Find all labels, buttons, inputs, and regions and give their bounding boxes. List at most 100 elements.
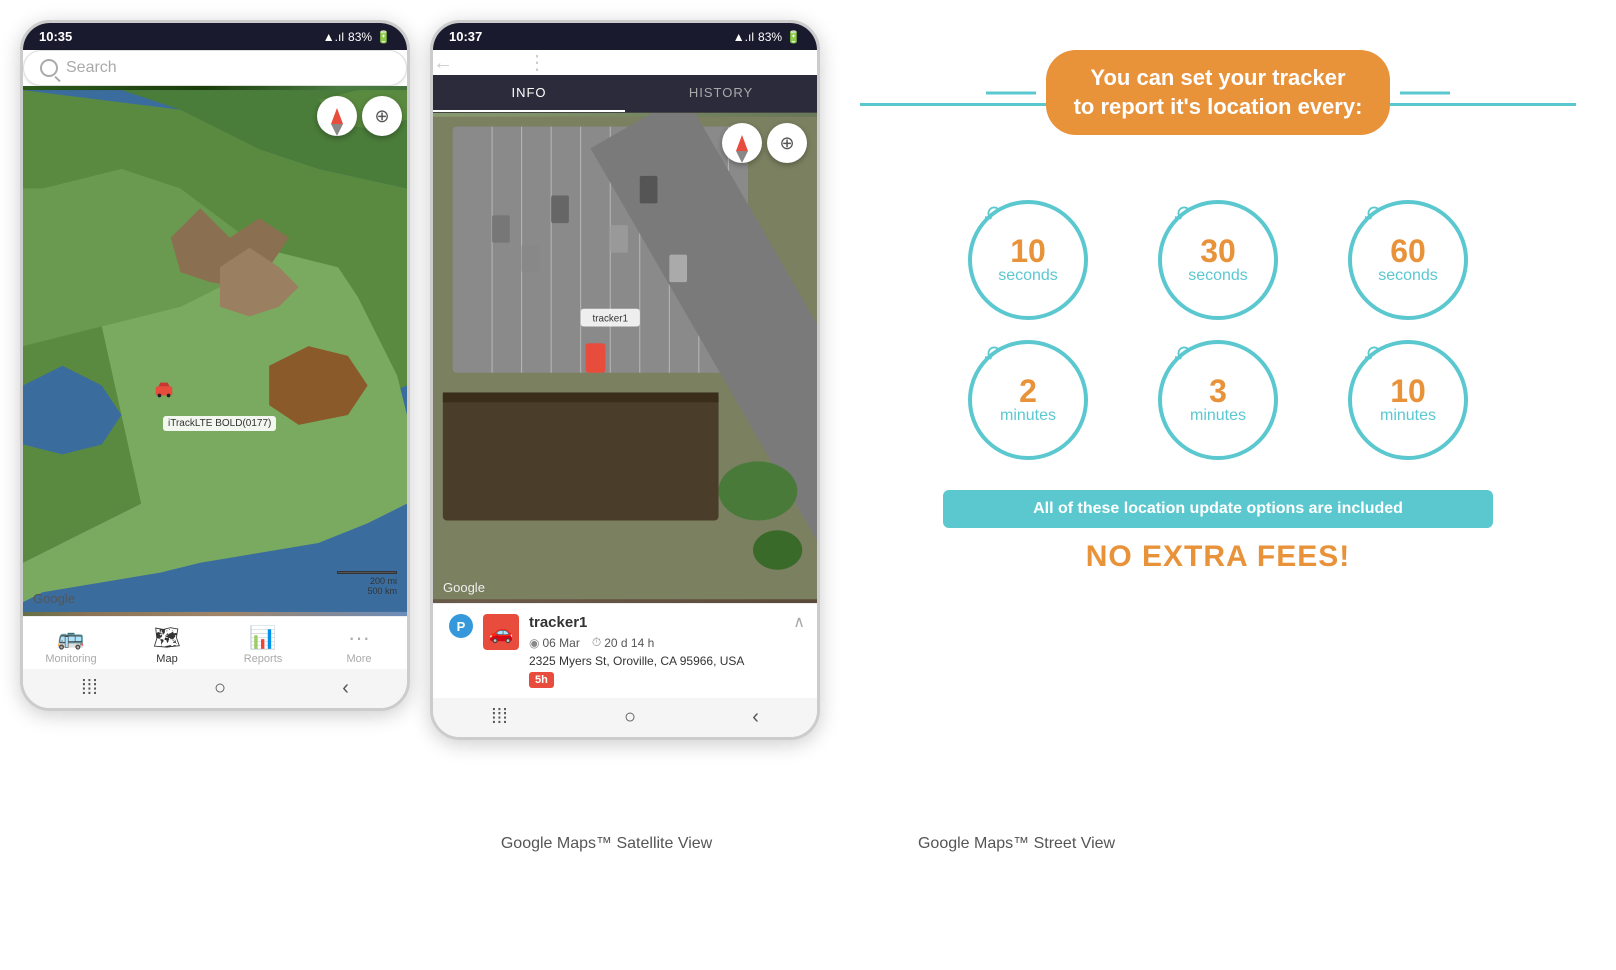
tab-info[interactable]: INFO xyxy=(433,75,625,112)
phone2-mockup: 10:37 ▲.ıl 83% 🔋 ← tracker1 ⋮ INFO HISTO… xyxy=(430,20,820,740)
time-circle-5: ↶ 3 minutes xyxy=(1158,340,1278,460)
phone1-map-area[interactable]: ⊕ iTrackLTE BOLD(0177) Google xyxy=(23,86,407,616)
map-label: Map xyxy=(156,653,177,665)
no-extra-fees-text: NO EXTRA FEES! xyxy=(1086,540,1351,574)
phone2-locate-button[interactable]: ⊕ xyxy=(767,123,807,163)
svg-text:tracker1: tracker1 xyxy=(592,314,628,325)
info-title-line2: to report it's location every: xyxy=(1074,93,1363,122)
parking-badge: P xyxy=(449,614,473,638)
circles-grid: ↶ 10 seconds ↶ 30 seconds ↶ 60 seconds xyxy=(943,200,1493,460)
info-title-banner: You can set your tracker to report it's … xyxy=(1046,50,1391,135)
fee-banner-text: All of these location update options are… xyxy=(1033,500,1403,517)
phone1-status-bar: 10:35 ▲.ıl 83% 🔋 xyxy=(23,23,407,50)
gesture-back-icon2[interactable]: ‹ xyxy=(752,706,759,729)
aerial-map-svg: tracker1 xyxy=(433,113,817,603)
time-number-5: 3 xyxy=(1209,375,1227,407)
phone1-locate-button[interactable]: ⊕ xyxy=(362,96,402,136)
back-arrow-button[interactable]: ← xyxy=(433,52,453,74)
info-title-line1: You can set your tracker xyxy=(1074,64,1363,93)
battery-icon2: 🔋 xyxy=(786,30,801,44)
circle-30sec: ↶ 30 seconds xyxy=(1133,200,1303,320)
circle-10min: ↶ 10 minutes xyxy=(1323,340,1493,460)
phone2-compass-button[interactable] xyxy=(722,123,762,163)
monitoring-label: Monitoring xyxy=(45,653,96,665)
phone1-search-bar[interactable]: Search xyxy=(23,50,407,86)
time-number-4: 2 xyxy=(1019,375,1037,407)
arrow-icon-4: ↶ xyxy=(979,339,1008,371)
car-icon xyxy=(153,379,175,401)
tracker-info-content: tracker1 ◉ 06 Mar ⏱ 20 d 14 h 2325 Myers… xyxy=(529,614,801,688)
phone2-google-watermark: Google xyxy=(443,580,485,595)
more-icon: ··· xyxy=(348,625,370,651)
time-circle-2: ↶ 30 seconds xyxy=(1158,200,1278,320)
nav-map[interactable]: 🗺 Map xyxy=(119,625,215,665)
phone2-caption: Google Maps™ Street View xyxy=(918,835,1115,853)
arrow-icon-2: ↶ xyxy=(1169,199,1198,231)
phone2-status-icons: ▲.ıl 83% 🔋 xyxy=(733,30,801,44)
time-number-2: 30 xyxy=(1200,235,1236,267)
tab-history[interactable]: HISTORY xyxy=(625,75,817,112)
arrow-icon-5: ↶ xyxy=(1169,339,1198,371)
more-label: More xyxy=(346,653,371,665)
duration-badge: 5h xyxy=(529,672,554,688)
gesture-home-icon[interactable]: ○ xyxy=(214,677,226,700)
tracker-date: 06 Mar xyxy=(542,636,579,650)
phone1-compass-button[interactable] xyxy=(317,96,357,136)
satellite-map-svg xyxy=(23,86,407,616)
phone1-gesture-bar: ⁞⁞⁞ ○ ‹ xyxy=(23,669,407,708)
gesture-back-icon[interactable]: ‹ xyxy=(342,677,349,700)
map-icon: 🗺 xyxy=(153,625,181,651)
phone2-gesture-bar: ⁞⁞⁞ ○ ‹ xyxy=(433,698,817,737)
circle-10sec: ↶ 10 seconds xyxy=(943,200,1113,320)
locate-icon2: ⊕ xyxy=(779,133,794,154)
compass-arrow-icon2 xyxy=(736,135,748,151)
tracker-info-name: tracker1 xyxy=(529,614,801,631)
time-unit-6: minutes xyxy=(1380,407,1436,425)
gesture-menu-icon[interactable]: ⁞⁞⁞ xyxy=(81,677,98,700)
time-number-3: 60 xyxy=(1390,235,1426,267)
circle-3min: ↶ 3 minutes xyxy=(1133,340,1303,460)
arrow-icon-1: ↶ xyxy=(979,199,1008,231)
phone2-tracker-info-panel: P 🚗 tracker1 ◉ 06 Mar ⏱ 20 d 14 h 2325 M… xyxy=(433,603,817,698)
time-circle-1: ↶ 10 seconds xyxy=(968,200,1088,320)
fee-banner: All of these location update options are… xyxy=(943,490,1493,528)
search-icon xyxy=(40,59,58,77)
meta-date: ◉ 06 Mar xyxy=(529,636,580,650)
phone1-search-placeholder: Search xyxy=(66,59,117,77)
tracker-info-meta: ◉ 06 Mar ⏱ 20 d 14 h xyxy=(529,635,801,650)
locate-icon: ⊕ xyxy=(374,106,389,127)
clock-icon: ◉ xyxy=(529,636,539,650)
scale-200mi: 200 mi xyxy=(337,576,397,586)
nav-more[interactable]: ··· More xyxy=(311,625,407,665)
gesture-home-icon2[interactable]: ○ xyxy=(624,706,636,729)
nav-reports[interactable]: 📊 Reports xyxy=(215,625,311,665)
car-marker xyxy=(153,379,175,406)
phone2-status-bar: 10:37 ▲.ıl 83% 🔋 xyxy=(433,23,817,50)
tracker-duration: 20 d 14 h xyxy=(604,636,654,650)
gesture-menu-icon2[interactable]: ⁞⁞⁞ xyxy=(491,706,508,729)
phone1-scale-bar: 200 mi 500 km xyxy=(337,571,397,596)
time-number-6: 10 xyxy=(1390,375,1426,407)
tab-history-label: HISTORY xyxy=(689,85,753,100)
tab-info-label: INFO xyxy=(511,85,546,100)
aerial-map-background: tracker1 ⊕ Google xyxy=(433,113,817,603)
phone2-tracker-header: ← tracker1 ⋮ xyxy=(433,50,817,75)
monitoring-icon: 🚌 xyxy=(57,625,84,651)
battery-icon: 🔋 xyxy=(376,30,391,44)
phone2-tracker-tabs: INFO HISTORY xyxy=(433,75,817,113)
time-unit-2: seconds xyxy=(1188,267,1248,285)
nav-monitoring[interactable]: 🚌 Monitoring xyxy=(23,625,119,665)
scroll-handle[interactable]: ∧ xyxy=(793,612,805,632)
phone1-search-container: Search xyxy=(23,50,407,86)
phone1-bottom-nav: 🚌 Monitoring 🗺 Map 📊 Reports ··· More xyxy=(23,616,407,669)
main-container: 10:35 ▲.ıl 83% 🔋 Search xyxy=(20,20,1596,820)
meta-duration: ⏱ 20 d 14 h xyxy=(592,635,654,650)
more-options-button[interactable]: ⋮ xyxy=(527,52,547,74)
phone2-signal: ▲.ıl xyxy=(733,30,754,44)
circle-2min: ↶ 2 minutes xyxy=(943,340,1113,460)
timer-icon: ⏱ xyxy=(592,635,601,650)
satellite-map-background: ⊕ iTrackLTE BOLD(0177) Google xyxy=(23,86,407,616)
phone1-mockup: 10:35 ▲.ıl 83% 🔋 Search xyxy=(20,20,410,711)
phone2-map-area[interactable]: tracker1 ⊕ Google xyxy=(433,113,817,603)
phone1-caption: Google Maps™ Satellite View xyxy=(501,835,712,853)
